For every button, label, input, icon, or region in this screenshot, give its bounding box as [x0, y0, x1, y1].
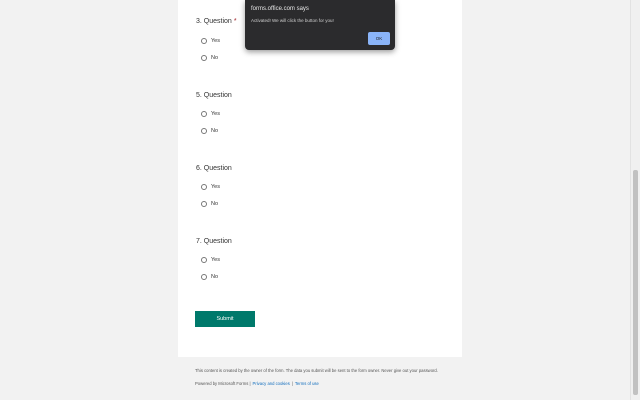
terms-link[interactable]: Terms of use [295, 381, 319, 386]
question-title-text: 3. Question [196, 18, 232, 25]
question-7: 7. Question [196, 237, 232, 247]
option-q3-yes[interactable]: Yes [201, 36, 220, 46]
powered-by-text: Powered by Microsoft Forms | [195, 381, 251, 386]
radio-button[interactable] [201, 257, 207, 263]
option-label: Yes [211, 257, 220, 263]
question-5: 5. Question [196, 91, 232, 101]
option-label: Yes [211, 38, 220, 44]
option-q3-no[interactable]: No [201, 53, 218, 63]
submit-button[interactable]: Submit [195, 311, 255, 327]
radio-button[interactable] [201, 111, 207, 117]
alert-dialog: forms.office.com says Activated! We will… [245, 0, 395, 50]
dialog-title: forms.office.com says [251, 6, 309, 12]
question-title: 7. Question [196, 238, 232, 245]
question-6: 6. Question [196, 164, 232, 174]
option-q6-yes[interactable]: Yes [201, 182, 220, 192]
dialog-message: Activated! We will click the button for … [251, 18, 334, 23]
option-label: Yes [211, 111, 220, 117]
footer-separator: | [291, 381, 293, 386]
radio-button[interactable] [201, 201, 207, 207]
privacy-link[interactable]: Privacy and cookies [253, 381, 290, 386]
option-label: No [211, 201, 219, 207]
question-title: 5. Question [196, 92, 232, 99]
option-label: No [211, 128, 219, 134]
radio-button[interactable] [201, 184, 207, 190]
option-label: No [211, 274, 219, 280]
required-mark: * [233, 18, 237, 25]
page: 3. Question * Yes No 5. Question Yes No 6… [0, 0, 640, 400]
option-q5-no[interactable]: No [201, 126, 218, 136]
form-card [178, 0, 462, 357]
option-label: Yes [211, 184, 220, 190]
ok-button[interactable]: OK [368, 32, 390, 45]
option-label: No [211, 55, 219, 61]
option-q7-yes[interactable]: Yes [201, 255, 220, 265]
scrollbar-thumb[interactable] [633, 170, 638, 395]
question-3: 3. Question * [196, 17, 237, 27]
question-title: 3. Question * [196, 17, 237, 27]
option-q6-no[interactable]: No [201, 199, 218, 209]
radio-button[interactable] [201, 55, 207, 61]
radio-button[interactable] [201, 128, 207, 134]
footer-disclaimer: This content is created by the owner of … [195, 368, 438, 373]
option-q5-yes[interactable]: Yes [201, 109, 220, 119]
vertical-scrollbar[interactable] [630, 0, 640, 400]
question-title: 6. Question [196, 165, 232, 172]
radio-button[interactable] [201, 38, 207, 44]
radio-button[interactable] [201, 274, 207, 280]
option-q7-no[interactable]: No [201, 272, 218, 282]
footer-links: Powered by Microsoft Forms | Privacy and… [195, 381, 319, 386]
